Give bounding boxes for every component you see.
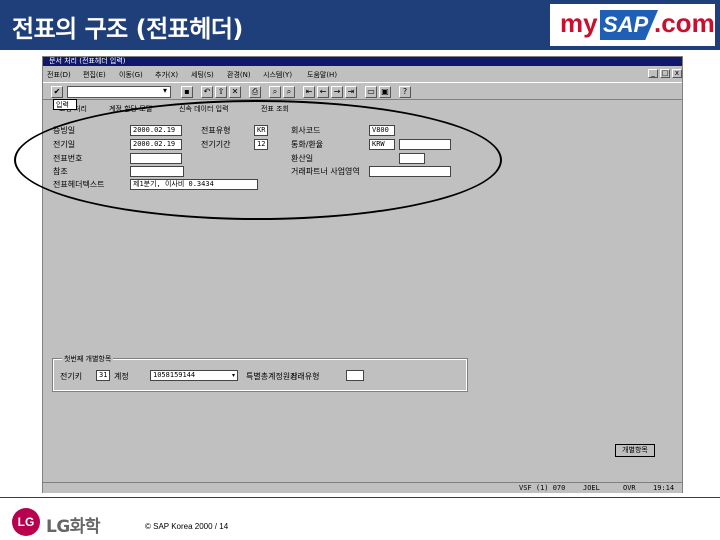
exit-icon[interactable]: ⇧ (215, 86, 227, 98)
status-system: VSF (1) 070 (519, 484, 566, 492)
menu-extras[interactable]: 추가(X) (155, 70, 178, 80)
prev-page-icon[interactable]: ← (317, 86, 329, 98)
posting-key-label: 전기키 (60, 372, 83, 381)
company-code-label: 회사코드 (291, 126, 321, 135)
menu-environment[interactable]: 환경(N) (227, 70, 251, 80)
find-next-icon[interactable]: ⌕ (283, 86, 295, 98)
appbar-display-button[interactable]: 전표 조회 (261, 104, 289, 114)
reference-field[interactable] (130, 166, 184, 177)
trading-partner-field[interactable] (369, 166, 451, 177)
account-label: 계정 (114, 372, 129, 381)
last-page-icon[interactable]: ⇥ (345, 86, 357, 98)
status-server: JOEL (583, 484, 600, 492)
line-item-button[interactable]: 개별항목 (615, 444, 655, 457)
period-field[interactable]: 12 (254, 139, 268, 150)
currency-rate-label: 통화/환율 (291, 140, 324, 149)
menu-edit[interactable]: 편집(E) (83, 70, 106, 80)
window-titlebar: 문서 처리 (전표헤더 입력) (43, 57, 682, 66)
find-icon[interactable]: ⌕ (269, 86, 281, 98)
close-button[interactable]: x (672, 69, 682, 78)
cancel-icon[interactable]: ✕ (229, 86, 241, 98)
transaction-type-field[interactable] (346, 370, 364, 381)
back-icon[interactable]: ↶ (201, 86, 213, 98)
currency-field[interactable]: KRW (369, 139, 395, 150)
header-text-field[interactable]: 제1분기, 이사비 0.3434 (130, 179, 258, 190)
logo-sap: SAP (600, 10, 658, 40)
footer-divider (0, 497, 720, 498)
doc-type-label: 전표유형 (201, 126, 231, 135)
print-icon[interactable]: ⎙ (249, 86, 261, 98)
copyright-text: © SAP Korea 2000 / 14 (145, 522, 229, 531)
application-toolbar: 고정 처리 계정 할당 모델 신속 데이터 입력 전표 조회 (43, 101, 682, 115)
header-text-label: 전표헤더텍스트 (53, 180, 105, 189)
save-icon[interactable]: ▪ (181, 86, 193, 98)
doc-type-field[interactable]: KR (254, 125, 268, 136)
window-title: 문서 처리 (전표헤더 입력) (49, 57, 126, 65)
logo-my: my (560, 8, 598, 38)
status-bar: VSF (1) 070 JOEL OVR 19:14 (43, 482, 682, 493)
doc-date-label: 증빙일 (53, 126, 76, 135)
chevron-down-icon[interactable]: ▾ (230, 371, 237, 380)
appbar-fast-entry-button[interactable]: 신속 데이터 입력 (179, 104, 229, 114)
enter-icon[interactable]: ✔ (51, 86, 63, 98)
first-line-item-group: 첫번째 개별항목 전기키 31 계정 1058159144 ▾ 특별총계정원장 … (52, 354, 468, 392)
doc-date-field[interactable]: 2000.02.19 (130, 125, 182, 136)
title-banner: 전표의 구조 (전표헤더) my SAP .com (0, 0, 720, 50)
translation-date-field[interactable] (399, 153, 425, 164)
tooltip: 입력 (53, 99, 77, 110)
chevron-down-icon[interactable]: ▾ (159, 86, 171, 98)
sap-gui-window: 문서 처리 (전표헤더 입력) 전표(D) 편집(E) 이동(G) 추가(X) … (42, 56, 683, 493)
period-label: 전기기간 (201, 140, 231, 149)
logo-com: .com (654, 8, 715, 38)
transaction-type-label: 거래유형 (290, 372, 320, 381)
trading-partner-label: 거래파트너 사업영역 (291, 167, 360, 176)
translation-date-label: 환산일 (291, 154, 314, 163)
lg-chem-logo-text: LG화학 (46, 517, 101, 537)
help-icon[interactable]: ? (399, 86, 411, 98)
slide-title: 전표의 구조 (전표헤더) (12, 15, 243, 43)
menu-document[interactable]: 전표(D) (47, 70, 71, 80)
doc-number-field[interactable] (130, 153, 182, 164)
exchange-rate-field[interactable] (399, 139, 451, 150)
menu-system[interactable]: 시스템(Y) (263, 70, 292, 80)
status-time: 19:14 (653, 484, 675, 492)
lg-logo-mark: LG (12, 508, 40, 536)
company-code-field[interactable]: V800 (369, 125, 395, 136)
posting-date-label: 전기일 (53, 140, 76, 149)
slide: 전표의 구조 (전표헤더) my SAP .com 문서 처리 (전표헤더 입력… (0, 0, 720, 540)
new-session-icon[interactable]: ▭ (365, 86, 377, 98)
minimize-button[interactable]: _ (648, 69, 658, 78)
shortcut-icon[interactable]: ▣ (379, 86, 391, 98)
maximize-button[interactable]: □ (660, 69, 670, 78)
menu-help[interactable]: 도움말(H) (307, 70, 337, 80)
menu-bar: 전표(D) 편집(E) 이동(G) 추가(X) 세팅(S) 환경(N) 시스템(… (43, 68, 682, 80)
menu-goto[interactable]: 이동(G) (119, 70, 143, 80)
reference-label: 참조 (53, 167, 68, 176)
first-page-icon[interactable]: ⇤ (303, 86, 315, 98)
next-page-icon[interactable]: → (331, 86, 343, 98)
standard-toolbar: ✔ ▾ ▪ ↶ ⇧ ✕ ⎙ ⌕ ⌕ ⇤ ← → ⇥ ▭ ▣ ? (43, 82, 682, 100)
menu-settings[interactable]: 세팅(S) (191, 70, 214, 80)
posting-date-field[interactable]: 2000.02.19 (130, 139, 182, 150)
appbar-model-button[interactable]: 계정 할당 모델 (109, 104, 152, 114)
doc-number-label: 전표번호 (53, 154, 83, 163)
account-field[interactable]: 1058159144 (150, 370, 238, 381)
command-field[interactable] (67, 86, 171, 98)
group-title: 첫번째 개별항목 (62, 354, 114, 364)
posting-key-field[interactable]: 31 (96, 370, 110, 381)
status-mode: OVR (623, 484, 636, 492)
mysap-logo: my SAP .com (550, 4, 715, 46)
